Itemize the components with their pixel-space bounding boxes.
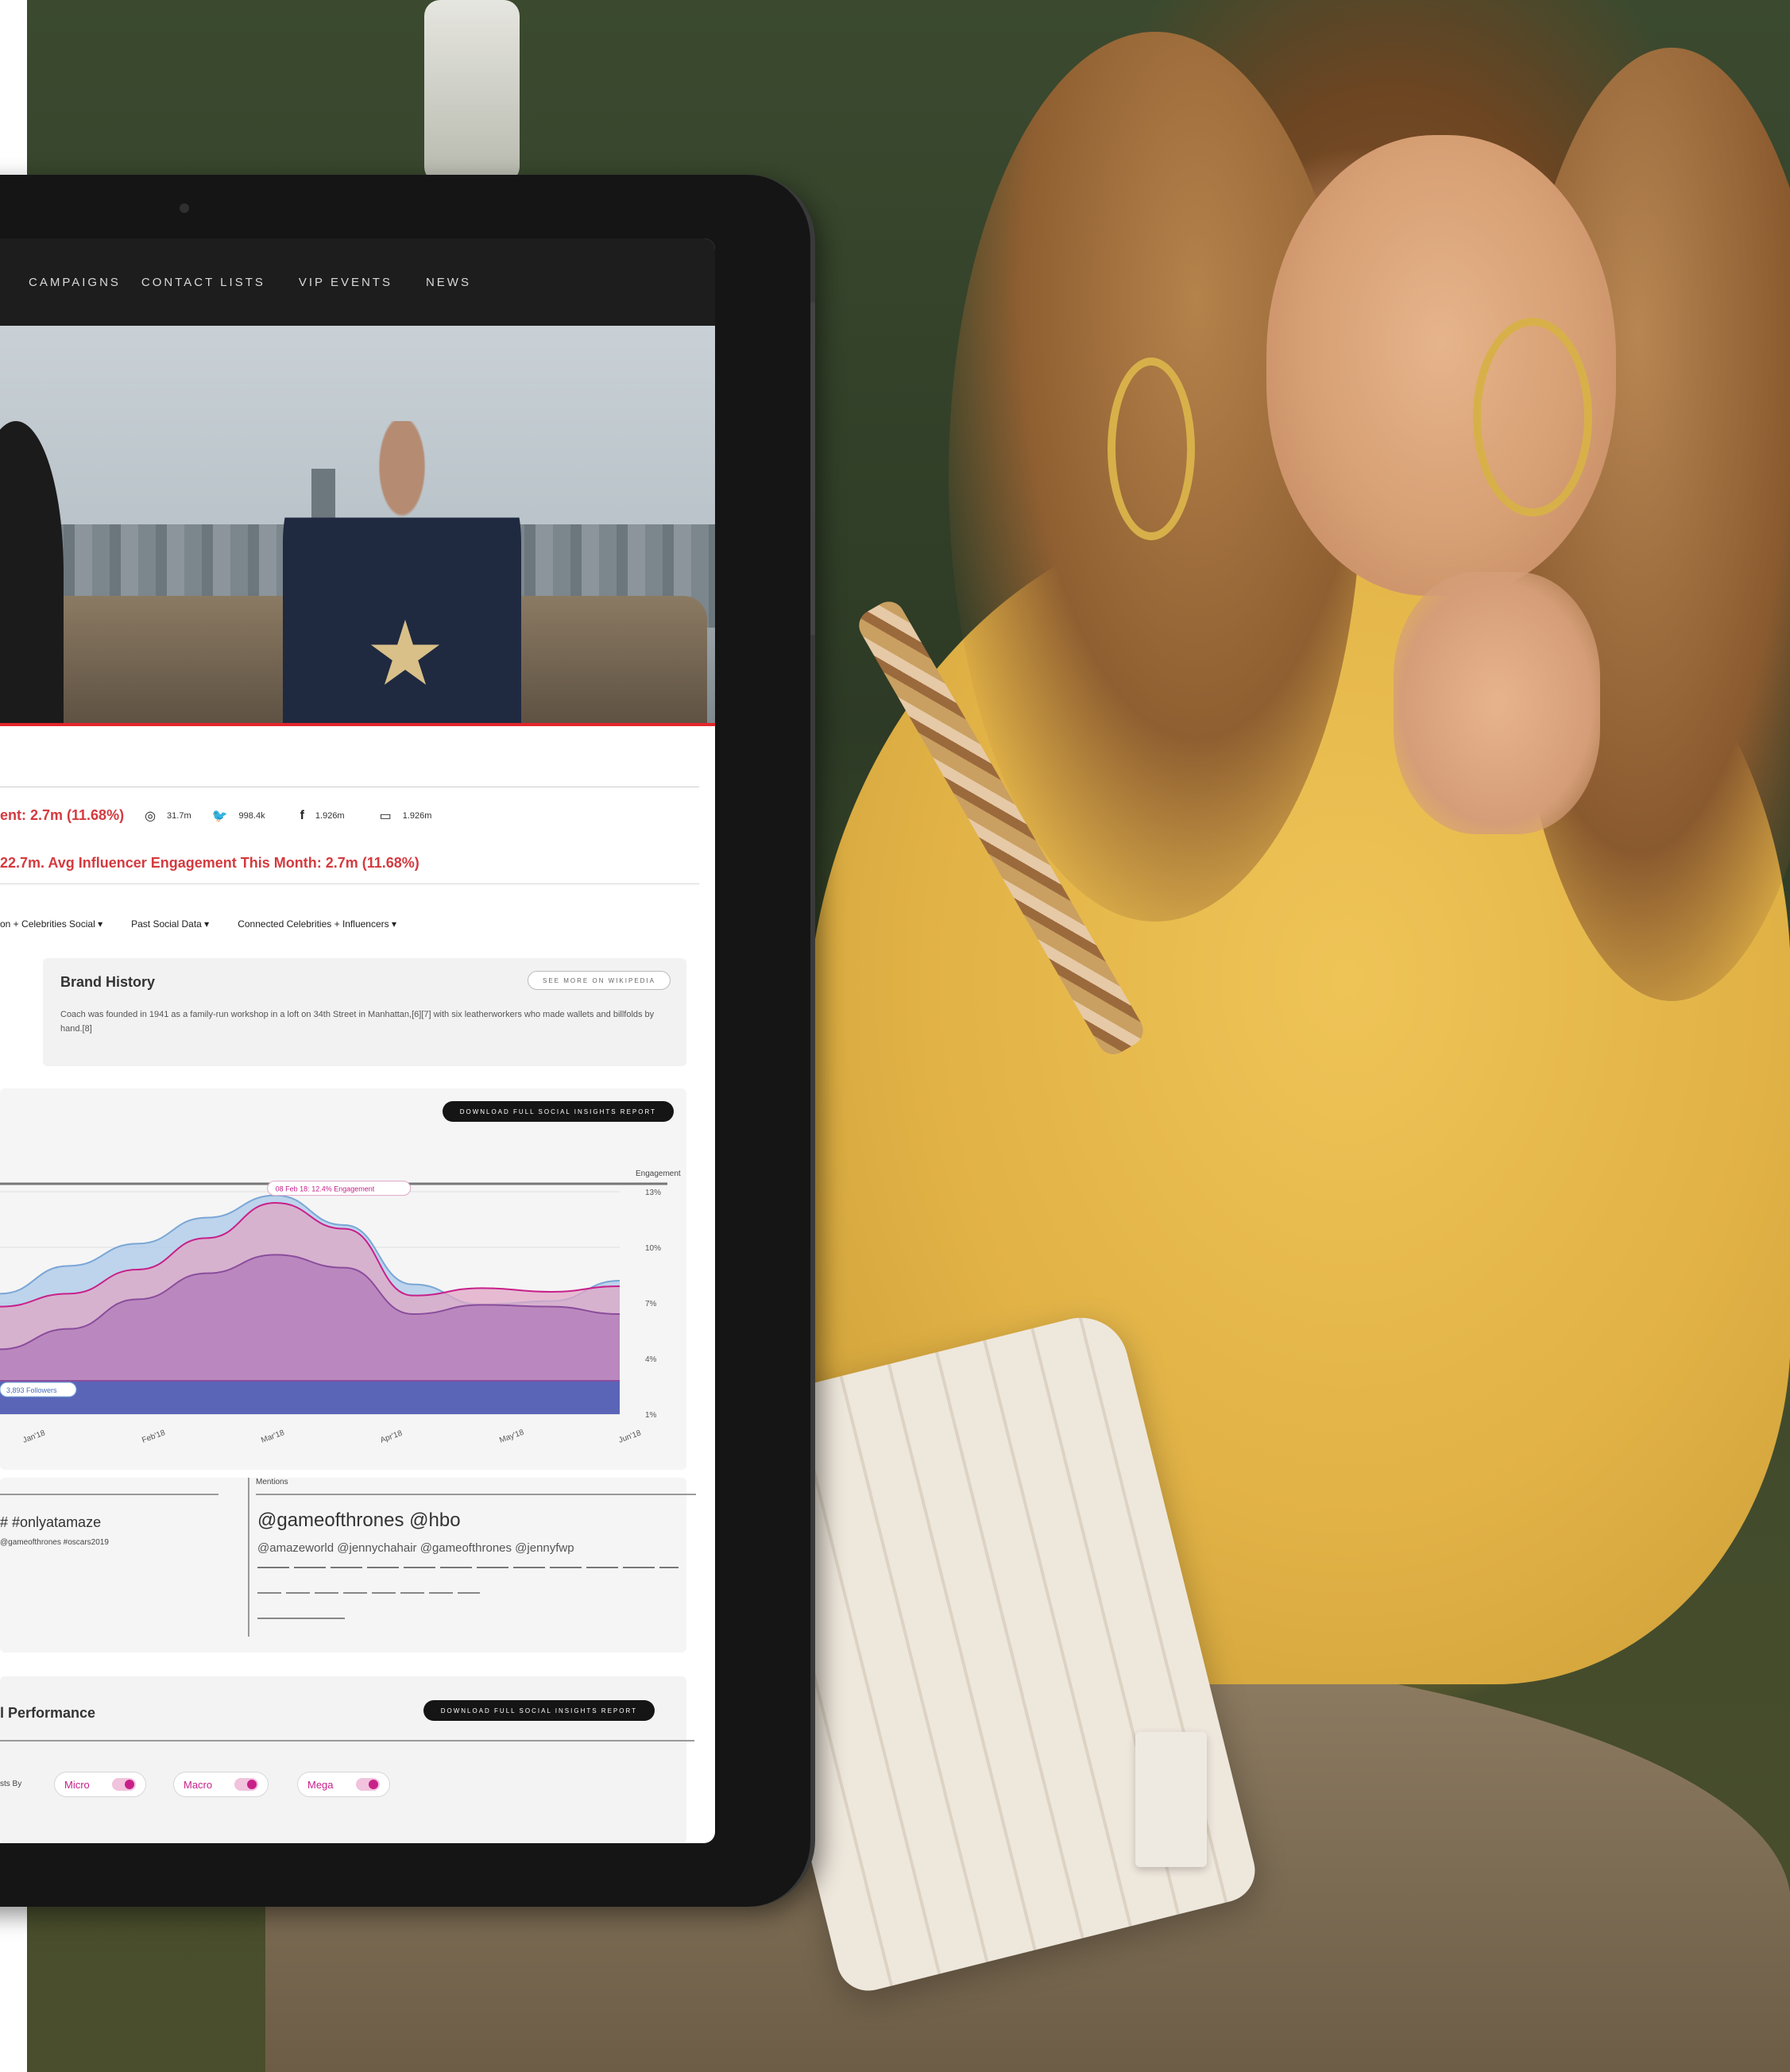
brand-history-description: Coach was founded in 1941 as a family-ru…: [60, 1010, 655, 1034]
y-tick-label: 1%: [645, 1411, 657, 1420]
nav-news[interactable]: NEWS: [426, 276, 471, 289]
youtube-icon: ▭: [379, 809, 392, 823]
macro-label: Macro: [184, 1778, 213, 1791]
filter-past-social-data[interactable]: Past Social Data ▾: [131, 918, 209, 930]
divider: [0, 1494, 218, 1495]
avg-engagement-line: 22.7m. Avg Influencer Engagement This Mo…: [0, 855, 419, 871]
twitter-followers: 998.4k: [238, 810, 265, 821]
toggle-switch[interactable]: [234, 1778, 259, 1791]
bag-tag: [1135, 1732, 1207, 1867]
mentions-sub: @amazeworld @jennychahair @gameofthrones…: [257, 1541, 574, 1555]
filter-bar: on + Celebrities Social ▾ Past Social Da…: [0, 918, 396, 930]
divider: [256, 1494, 696, 1495]
filter-label: Connected Celebrities + Influencers: [238, 918, 389, 930]
download-report-button[interactable]: DOWNLOAD FULL SOCIAL INSIGHTS REPORT: [423, 1700, 655, 1721]
filter-label: on + Celebrities Social: [0, 918, 95, 930]
divider: [0, 1740, 694, 1741]
tablet-screen: CAMPAIGNS CONTACT LISTS VIP EVENTS NEWS …: [0, 238, 715, 1843]
filter-label: Past Social Data: [131, 918, 202, 930]
filter-label: sts By: [0, 1780, 22, 1788]
chevron-down-icon: ▾: [98, 918, 103, 930]
side-button: [810, 302, 815, 636]
instagram-followers: 31.7m: [167, 810, 191, 821]
hashtags-mentions-card: # #onlyatamaze @gameofthrones #oscars201…: [0, 1478, 696, 1653]
instagram-icon: ◎: [145, 809, 157, 823]
chevron-down-icon: ▾: [392, 918, 397, 930]
y-tick-label: 13%: [645, 1189, 661, 1197]
youtube-followers: 1.926m: [402, 810, 432, 821]
nav-campaigns[interactable]: CAMPAIGNS: [29, 276, 121, 289]
mentions-main: @gameofthrones @hbo: [257, 1510, 461, 1531]
mega-toggle[interactable]: Mega: [297, 1772, 390, 1797]
social-stats-row: ent: 2.7m (11.68%) ◎ 31.7m 🐦 998.4k f 1.…: [0, 807, 715, 824]
model-left: [0, 421, 64, 723]
engagement-area-chart: Engagement 13% 10% 7% 4% 1% 08 Feb 18: 12.4% E…: [0, 1169, 681, 1445]
chevron-down-icon: ▾: [204, 918, 210, 930]
micro-label: Micro: [64, 1778, 90, 1791]
macro-toggle[interactable]: Macro: [173, 1772, 269, 1797]
mentions-links: [257, 1618, 345, 1619]
divider: [248, 1478, 249, 1637]
brand-history-title: Brand History: [60, 974, 156, 990]
nav-contact-lists[interactable]: CONTACT LISTS: [141, 276, 265, 289]
hashtags-sub: @gameofthrones #oscars2019: [0, 1538, 109, 1547]
mentions-links: [257, 1592, 480, 1594]
chart-series-area: [0, 1381, 620, 1414]
x-tick-label: Feb'18: [141, 1428, 167, 1445]
hoop-earring: [1108, 358, 1195, 540]
social-performance-card: l Performance DOWNLOAD FULL SOCIAL INSIG…: [0, 1676, 694, 1843]
twitter-icon: 🐦: [211, 809, 228, 823]
x-tick-label: Jun'18: [617, 1428, 643, 1444]
brand-history-card: Brand History SEE MORE ON WIKIPEDIA Coac…: [43, 958, 686, 1066]
tablet-device: CAMPAIGNS CONTACT LISTS VIP EVENTS NEWS …: [0, 175, 815, 1907]
y-tick-label: 10%: [645, 1244, 661, 1253]
engagement-chart-card: DOWNLOAD FULL SOCIAL INSIGHTS REPORT Eng…: [0, 1088, 686, 1470]
y-axis-label: Engagement: [636, 1169, 681, 1178]
hand: [1394, 572, 1600, 834]
engagement-stat: ent: 2.7m (11.68%): [0, 807, 125, 823]
mega-label: Mega: [307, 1778, 334, 1791]
filter-celebrities-social[interactable]: on + Celebrities Social ▾: [0, 918, 102, 930]
toggle-switch[interactable]: [355, 1778, 380, 1791]
facebook-icon: f: [300, 808, 304, 822]
model-center: [283, 421, 521, 723]
tree-trunk: [424, 0, 520, 183]
x-tick-label: Apr'18: [379, 1429, 404, 1445]
x-tick-label: May'18: [498, 1428, 525, 1444]
x-tick-label: Mar'18: [260, 1428, 286, 1445]
hashtags-title: # #onlyatamaze: [0, 1514, 102, 1530]
followers-tag-text: 3,893 Followers: [6, 1386, 57, 1394]
camera-icon: [180, 203, 189, 213]
x-tick-label: Jan'18: [21, 1428, 47, 1444]
performance-title: l Performance: [0, 1705, 96, 1721]
nav-vip-events[interactable]: VIP EVENTS: [299, 276, 392, 289]
filter-connected-celebrities[interactable]: Connected Celebrities + Influencers ▾: [238, 918, 396, 930]
toggle-switch[interactable]: [111, 1778, 136, 1791]
mentions-label: Mentions: [256, 1478, 288, 1486]
micro-toggle[interactable]: Micro: [54, 1772, 146, 1797]
divider: [0, 883, 699, 884]
hoop-earring: [1473, 318, 1592, 516]
mentions-links: [257, 1567, 678, 1568]
y-tick-label: 4%: [645, 1355, 657, 1364]
facebook-followers: 1.926m: [315, 810, 345, 821]
see-more-wikipedia-button[interactable]: SEE MORE ON WIKIPEDIA: [527, 971, 671, 990]
y-tick-label: 7%: [645, 1300, 657, 1309]
chart-tooltip-text: 08 Feb 18: 12.4% Engagement: [276, 1185, 375, 1193]
top-navbar: CAMPAIGNS CONTACT LISTS VIP EVENTS NEWS: [0, 238, 715, 326]
hero-banner: [0, 326, 715, 726]
